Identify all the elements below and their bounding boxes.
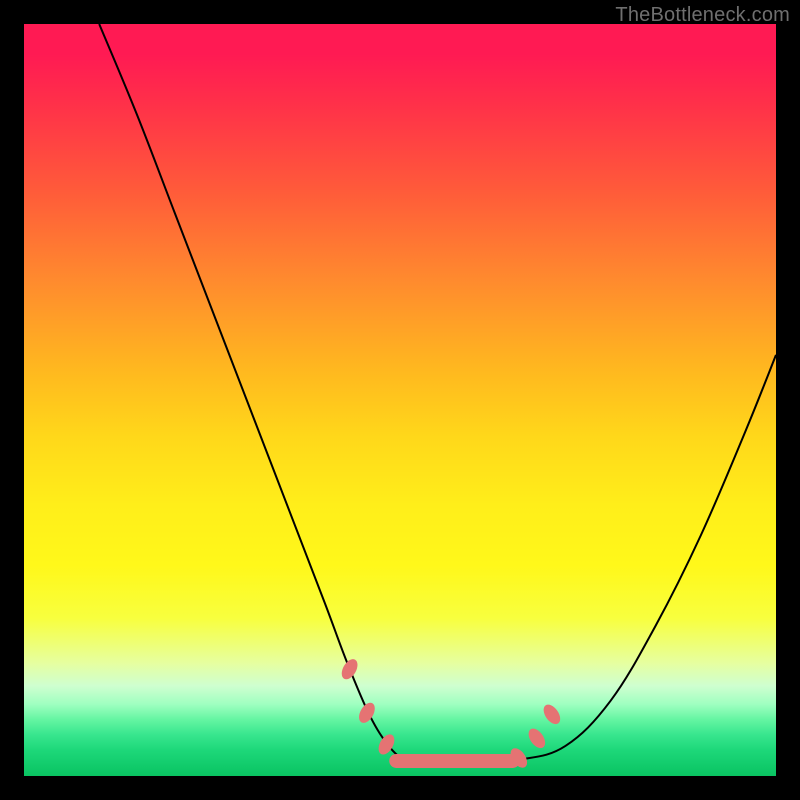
plot-area [24, 24, 776, 776]
bottleneck-curve [99, 24, 776, 761]
curve-marker [356, 700, 378, 726]
chart-frame: TheBottleneck.com [0, 0, 800, 800]
chart-svg [24, 24, 776, 776]
curve-marker [525, 726, 548, 751]
curve-marker [338, 656, 360, 682]
watermark-text: TheBottleneck.com [615, 4, 790, 27]
curve-marker [540, 702, 563, 727]
